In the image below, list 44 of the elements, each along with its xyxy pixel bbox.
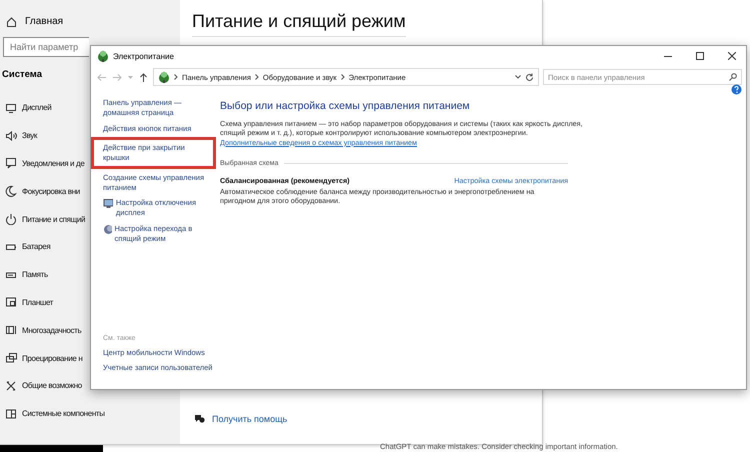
help-link[interactable]: Получить помощь (212, 414, 288, 424)
chevron-right-icon (340, 74, 345, 80)
sidebar-item[interactable]: Дисплей (22, 103, 52, 112)
sidebar-icon (5, 157, 17, 170)
refresh-icon[interactable] (525, 72, 534, 82)
chevron-right-icon (174, 74, 178, 80)
chat-icon (194, 414, 205, 424)
power-options-icon (159, 72, 169, 83)
sidebar-icon (5, 380, 17, 392)
page-title: Питание и спящий режим (192, 11, 406, 37)
sidebar-icon (5, 352, 17, 364)
power-options-icon (98, 50, 108, 62)
sidebar-icon (5, 296, 17, 308)
maximize-icon (696, 52, 704, 60)
sidebar-item[interactable]: Проецирование н (22, 354, 82, 363)
sidebar-icon (5, 324, 17, 336)
home-icon (6, 16, 17, 26)
sidebar-item[interactable]: Многозадачность (22, 326, 82, 335)
sidebar-icon (5, 408, 17, 420)
sidebar-item[interactable]: Общие возможно (22, 381, 82, 390)
sidebar-item[interactable]: Планшет (22, 298, 54, 307)
sidebar-icon (5, 185, 17, 198)
sidebar-item[interactable]: Память (22, 270, 48, 280)
sidebar-item[interactable]: Уведомления и де (22, 158, 84, 168)
window-title: Электропитание (113, 52, 175, 60)
search-field[interactable]: Найти параметр (3, 37, 89, 57)
home-link[interactable]: Главная (0, 12, 180, 30)
section-title: Система (2, 69, 42, 80)
heading: Выбор или настройка схемы управления питанием (220, 100, 471, 112)
sidebar-item[interactable]: Питание и спящий (22, 214, 86, 224)
caret-icon (128, 76, 132, 78)
sidebar-icon (5, 102, 17, 114)
monitor-icon (103, 198, 113, 210)
help-icon[interactable] (731, 84, 742, 95)
sidebar-item[interactable]: Батарея (22, 242, 50, 252)
close-icon (728, 52, 736, 60)
sidebar-icon (5, 213, 17, 226)
sidebar-item[interactable]: Фокусировка вни (22, 186, 80, 196)
sidebar-icon (5, 130, 17, 142)
chevron-down-icon[interactable] (515, 75, 521, 79)
sidebar-item[interactable]: Звук (22, 131, 38, 140)
chevron-right-icon (254, 74, 259, 80)
sidebar-item[interactable]: Системные компоненты (22, 409, 105, 418)
search-icon (729, 73, 737, 81)
